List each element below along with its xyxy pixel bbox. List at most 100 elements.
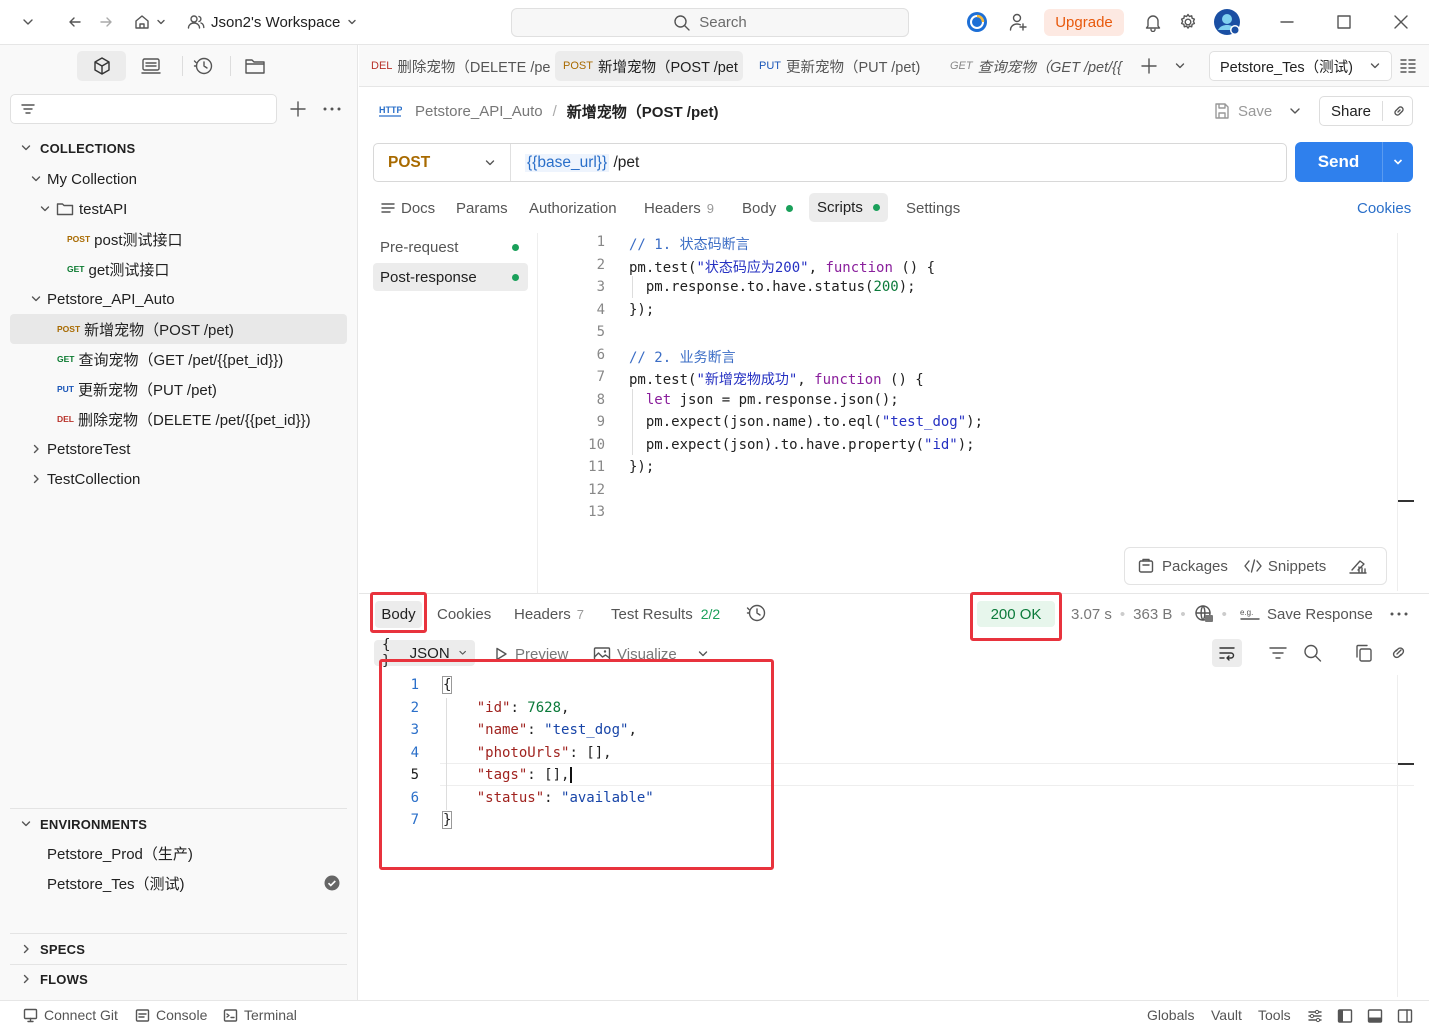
settings-gear-icon[interactable]: [1176, 8, 1200, 36]
script-tab-post-response[interactable]: Post-response: [373, 263, 528, 291]
line-number: 2: [596, 257, 605, 273]
tab-scripts[interactable]: Scripts: [809, 193, 888, 222]
save-response-button[interactable]: e.g. Save Response: [1240, 603, 1373, 625]
tab-docs[interactable]: Docs: [381, 197, 435, 219]
forward-arrow-icon[interactable]: [95, 8, 117, 36]
add-icon[interactable]: [289, 100, 307, 118]
request-update-pet[interactable]: PUT 更新宠物（PUT /pet): [10, 374, 347, 404]
files-folder-icon[interactable]: [244, 56, 266, 76]
chevron-right-icon: [33, 444, 39, 454]
tab-settings[interactable]: Settings: [906, 197, 960, 219]
toggle-bottom-panel-icon[interactable]: [1367, 1008, 1383, 1024]
filter-icon[interactable]: [1268, 644, 1288, 662]
share-button[interactable]: Share: [1319, 96, 1413, 126]
maximize-window-icon[interactable]: [1332, 8, 1356, 36]
environment-prod[interactable]: Petstore_Prod（生产): [10, 838, 347, 868]
back-arrow-icon[interactable]: [64, 8, 86, 36]
tab-authorization[interactable]: Authorization: [529, 197, 617, 219]
request-post-test[interactable]: POST post测试接口: [10, 224, 347, 254]
specs-section-header[interactable]: SPECS: [10, 934, 347, 964]
collections-header-label: COLLECTIONS: [40, 140, 136, 156]
link-icon[interactable]: [1389, 644, 1409, 662]
terminal-button[interactable]: Terminal: [223, 1007, 297, 1023]
sync-status-icon[interactable]: [965, 8, 989, 36]
save-options-chevron-icon[interactable]: [1288, 104, 1302, 118]
editor-scrollbar[interactable]: [1398, 500, 1414, 502]
folder-testapi[interactable]: testAPI: [10, 194, 347, 224]
more-options-icon[interactable]: [322, 100, 342, 118]
settings-sliders-icon[interactable]: [1307, 1008, 1323, 1024]
response-tab-headers[interactable]: Headers 7: [514, 603, 584, 625]
collection-petstoretest[interactable]: PetstoreTest: [10, 434, 347, 464]
globals-button[interactable]: Globals: [1147, 1007, 1194, 1023]
connect-git-button[interactable]: Connect Git: [23, 1007, 118, 1023]
environment-quick-look-icon[interactable]: [1399, 57, 1417, 75]
filter-icon: [21, 104, 35, 114]
packages-button[interactable]: Packages: [1137, 557, 1228, 575]
url-input[interactable]: {{base_url}} /pet: [511, 153, 1286, 172]
minimize-window-icon[interactable]: [1275, 8, 1299, 36]
environments-section-header[interactable]: ENVIRONMENTS: [10, 809, 347, 839]
team-icon: [187, 15, 205, 29]
tab-add-pet[interactable]: POST 新增宠物（POST /pet: [555, 51, 743, 81]
tab-body[interactable]: Body: [742, 197, 794, 219]
response-tab-cookies[interactable]: Cookies: [437, 603, 491, 625]
close-window-icon[interactable]: [1389, 8, 1413, 36]
save-button[interactable]: Save: [1213, 98, 1272, 124]
toggle-sidebar-icon[interactable]: [1337, 1008, 1353, 1024]
upgrade-button[interactable]: Upgrade: [1044, 9, 1124, 36]
collection-petstore-api-auto[interactable]: Petstore_API_Auto: [10, 284, 347, 314]
flows-section-header[interactable]: FLOWS: [10, 964, 347, 994]
response-more-options-icon[interactable]: [1389, 605, 1409, 623]
environment-selector[interactable]: Petstore_Tes（测试): [1209, 51, 1392, 81]
copy-icon[interactable]: [1354, 644, 1374, 662]
home-button[interactable]: [128, 8, 172, 36]
tab-get-pet[interactable]: GET 查询宠物（GET /pet/{{: [942, 51, 1130, 81]
collections-view-button[interactable]: [77, 51, 126, 81]
tab-headers[interactable]: Headers 9: [644, 197, 714, 219]
snippets-button[interactable]: Snippets: [1244, 558, 1326, 575]
request-get-test[interactable]: GET get测试接口: [10, 254, 347, 284]
request-title[interactable]: 新增宠物（POST /pet): [567, 101, 719, 122]
script-tab-pre-request[interactable]: Pre-request: [373, 233, 528, 261]
new-tab-add-icon[interactable]: [1140, 57, 1158, 75]
environment-test[interactable]: Petstore_Tes（测试): [10, 868, 347, 898]
script-editor[interactable]: 1 2 3 4 5 6 7 8 9 10 11 12 13 // 1. 状态码断…: [540, 231, 1400, 591]
clear-format-icon[interactable]: [1348, 557, 1368, 575]
wrap-lines-icon[interactable]: [1212, 639, 1242, 667]
response-time[interactable]: 3.07 s: [1071, 606, 1112, 623]
collections-section-header[interactable]: COLLECTIONS: [10, 133, 347, 163]
send-button[interactable]: Send: [1295, 142, 1413, 182]
tools-button[interactable]: Tools: [1258, 1007, 1291, 1023]
collection-testcollection[interactable]: TestCollection: [10, 464, 347, 494]
method-select[interactable]: POST: [374, 144, 511, 181]
tab-delete-pet[interactable]: DEL 删除宠物（DELETE /pe: [363, 51, 551, 81]
response-scrollbar[interactable]: [1398, 763, 1414, 765]
invite-user-icon[interactable]: [1006, 8, 1030, 36]
avatar[interactable]: [1212, 8, 1242, 36]
history-icon[interactable]: [193, 56, 215, 76]
console-button[interactable]: Console: [135, 1007, 207, 1023]
filter-input[interactable]: [10, 94, 277, 124]
console-icon: [135, 1008, 150, 1022]
request-get-pet[interactable]: GET 查询宠物（GET /pet/{{pet_id}}): [10, 344, 347, 374]
collection-my-collection[interactable]: My Collection: [10, 164, 347, 194]
cookies-link[interactable]: Cookies: [1357, 197, 1411, 219]
request-add-pet[interactable]: POST 新增宠物（POST /pet): [10, 314, 347, 344]
request-delete-pet[interactable]: DEL 删除宠物（DELETE /pet/{{pet_id}}): [10, 404, 347, 434]
search-input[interactable]: Search: [511, 8, 909, 37]
workspace-switcher[interactable]: Json2's Workspace: [187, 8, 372, 36]
vault-button[interactable]: Vault: [1211, 1007, 1242, 1023]
tab-params[interactable]: Params: [456, 197, 508, 219]
app-menu-chevron-icon[interactable]: [18, 8, 38, 36]
environments-view-icon[interactable]: [140, 56, 162, 76]
response-size[interactable]: 363 B: [1133, 606, 1172, 623]
response-history-icon[interactable]: [746, 603, 768, 623]
notifications-bell-icon[interactable]: [1141, 8, 1165, 36]
search-icon[interactable]: [1303, 644, 1323, 662]
breadcrumb-collection[interactable]: Petstore_API_Auto: [415, 103, 543, 120]
tab-update-pet[interactable]: PUT 更新宠物（PUT /pet): [751, 51, 931, 81]
toggle-right-panel-icon[interactable]: [1397, 1008, 1413, 1024]
response-tab-test-results[interactable]: Test Results 2/2: [611, 603, 720, 625]
tabs-overflow-chevron-icon[interactable]: [1174, 60, 1186, 72]
